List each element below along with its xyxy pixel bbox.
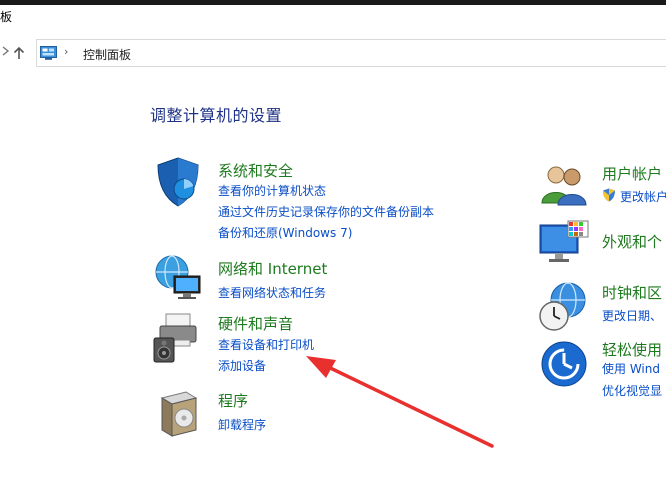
annotation-arrow-head (306, 356, 336, 378)
red-annotation-arrow-icon (306, 356, 494, 448)
annotation-arrow-shaft (320, 362, 494, 448)
